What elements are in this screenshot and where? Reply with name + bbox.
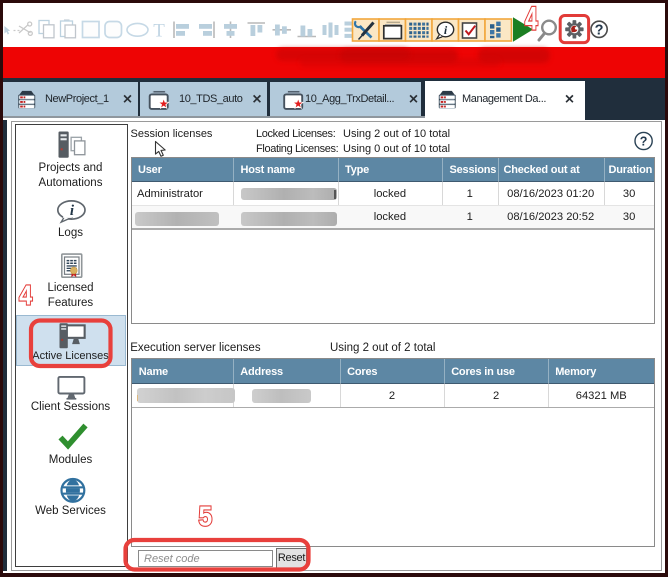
svg-text:5: 5 [198, 500, 212, 532]
svg-text:4: 4 [525, 1, 538, 37]
svg-text:4: 4 [19, 280, 33, 310]
